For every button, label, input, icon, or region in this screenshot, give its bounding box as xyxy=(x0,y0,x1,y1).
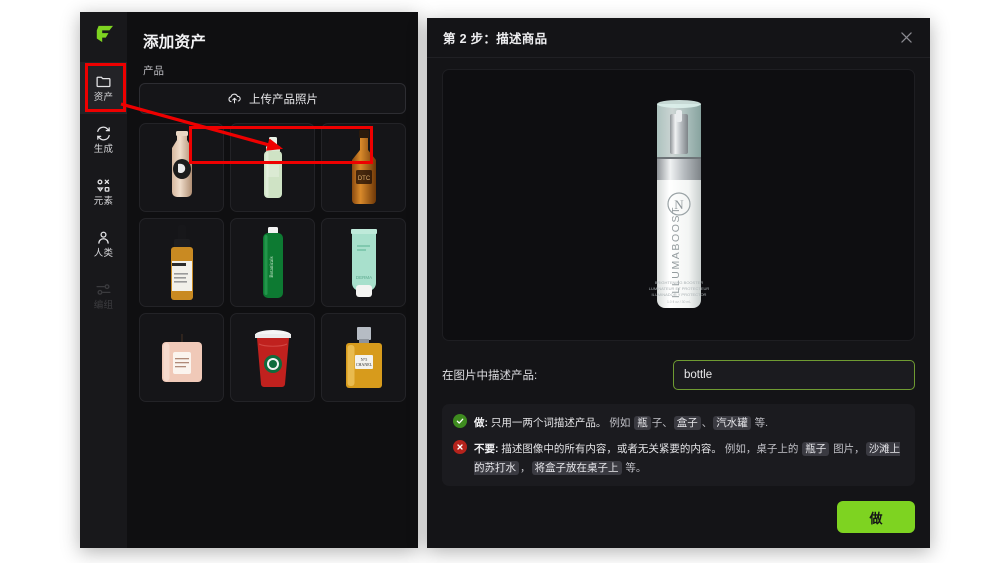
svg-text:1.0 fl oz / 30 mL: 1.0 fl oz / 30 mL xyxy=(666,300,690,304)
guideline-do-heading: 做: xyxy=(474,417,488,429)
thumbnail-image xyxy=(170,224,193,300)
example-plain: ， xyxy=(520,461,531,474)
thumbnail-image xyxy=(254,329,291,387)
refresh-icon xyxy=(97,126,110,141)
svg-text:DTC: DTC xyxy=(357,176,370,182)
modal-header: 第 2 步：描述商品 xyxy=(427,18,930,58)
guidelines-box: 做: 只用一两个词描述产品。 例如 瓶子、 盒子、汽水罐 等. 不要: 描述图像… xyxy=(442,404,915,487)
section-label-products: 产品 xyxy=(143,65,164,77)
svg-text:Botanicals: Botanicals xyxy=(270,256,275,277)
example-plain: 等。 xyxy=(622,461,647,474)
product-thumb-whiskey-bottle[interactable]: DTC xyxy=(321,123,406,212)
product-image-preview[interactable]: N ILLUMABOOST BRIGHTENING BOOSTER LUMINA… xyxy=(442,69,915,341)
guideline-do-line2: 例如 瓶子、 盒子、汽水罐 等. xyxy=(609,416,769,430)
sidebar-nav: 资产 生成 元素 人类 编组 xyxy=(80,56,127,322)
product-thumb-amber-serum-dropper[interactable] xyxy=(139,218,224,307)
app-window: 资产 生成 元素 人类 编组 添加资产 产品 上传产品照片 DTC Botani… xyxy=(80,12,418,548)
left-sidebar: 资产 生成 元素 人类 编组 xyxy=(80,12,127,548)
thumbnail-image xyxy=(263,136,282,198)
x-circle-icon xyxy=(453,439,467,454)
thumbnail-image: Botanicals xyxy=(262,226,283,298)
thumbnail-image: DTC xyxy=(351,129,376,204)
product-thumb-pink-candle-jar[interactable] xyxy=(139,313,224,402)
svg-text:DERMA: DERMA xyxy=(355,275,371,280)
sidebar-item-humans[interactable]: 人类 xyxy=(80,218,127,270)
guideline-dont-example-prefix: 例如，桌子上的 xyxy=(724,442,802,455)
product-thumb-foundation-dropper-bottle[interactable] xyxy=(139,123,224,212)
person-icon xyxy=(98,231,109,245)
shapes-icon xyxy=(96,179,110,193)
modal-footer: 做 xyxy=(427,486,930,548)
product-thumb-green-shampoo-bottle[interactable]: Botanicals xyxy=(230,218,315,307)
assets-panel: 添加资产 产品 上传产品照片 DTC Botanicals DERMA N°5 … xyxy=(127,12,418,548)
guideline-do-heading-rest: 只用一两个词描述产品。 xyxy=(488,417,607,429)
sidebar-item-humans-label: 人类 xyxy=(93,248,114,260)
upload-product-photo-button[interactable]: 上传产品照片 xyxy=(139,83,406,114)
modal-title: 第 2 步：描述商品 xyxy=(443,32,548,46)
sidebar-item-generate[interactable]: 生成 xyxy=(80,114,127,166)
guideline-do-text: 做: 只用一两个词描述产品。 例如 瓶子、 盒子、汽水罐 等. xyxy=(474,413,904,432)
cloud-upload-icon xyxy=(228,93,241,104)
guideline-do-example-prefix: 例如 xyxy=(609,417,634,429)
product-thumb-gold-perfume-bottle[interactable]: N°5 CHANEL xyxy=(321,313,406,402)
guideline-dont-heading: 不要: xyxy=(474,442,499,455)
thumbnail-image: DERMA xyxy=(350,228,377,297)
sidebar-item-elements-label: 元素 xyxy=(93,196,114,208)
page-title: 添加资产 xyxy=(143,34,207,51)
sidebar-item-assets-label: 资产 xyxy=(93,92,114,104)
product-thumb-red-coffee-cup[interactable] xyxy=(230,313,315,402)
guideline-dont-line1: 不要: 描述图像中的所有内容，或者无关紧要的内容。 xyxy=(474,443,725,455)
example-plain: 图片， xyxy=(830,442,865,455)
guideline-dont: 不要: 描述图像中的所有内容，或者无关紧要的内容。 例如，桌子上的 瓶子 图片，… xyxy=(453,439,904,477)
sidebar-item-grouping-label: 编组 xyxy=(93,300,114,312)
example-chip: 瓶子 xyxy=(802,441,830,456)
sidebar-item-assets[interactable]: 资产 xyxy=(80,62,127,114)
example-plain: 子、 xyxy=(651,417,673,429)
flair-logo-icon xyxy=(96,25,113,43)
describe-field-label: 在图片中描述产品: xyxy=(442,370,538,382)
svg-text:ILUMINADOR Y PROTECTOR: ILUMINADOR Y PROTECTOR xyxy=(651,292,706,297)
describe-product-modal: 第 2 步：描述商品 N ILLUMABOOST BRIGHTENING BOO… xyxy=(427,18,930,548)
svg-text:CHANEL: CHANEL xyxy=(355,362,372,367)
sidebar-item-generate-label: 生成 xyxy=(93,144,114,156)
thumbnail-image: N°5 CHANEL xyxy=(345,326,382,388)
product-thumbnail-grid: DTC Botanicals DERMA N°5 CHANEL xyxy=(139,123,406,402)
guideline-do: 做: 只用一两个词描述产品。 例如 瓶子、 盒子、汽水罐 等. xyxy=(453,413,904,432)
example-chip: 将盒子放在桌子上 xyxy=(531,460,622,475)
svg-text:BRIGHTENING BOOSTER: BRIGHTENING BOOSTER xyxy=(654,280,703,285)
svg-text:LUMINATEUR ET PROTECTEUR: LUMINATEUR ET PROTECTEUR xyxy=(648,286,709,291)
sidebar-item-elements[interactable]: 元素 xyxy=(80,166,127,218)
example-chip: 瓶 xyxy=(634,416,651,430)
guideline-do-line1: 做: 只用一两个词描述产品。 xyxy=(474,417,609,429)
check-circle-icon xyxy=(453,414,467,428)
thumbnail-image xyxy=(161,333,202,382)
illumaboost-bottle-image: N ILLUMABOOST BRIGHTENING BOOSTER LUMINA… xyxy=(648,100,709,308)
upload-product-photo-label: 上传产品照片 xyxy=(249,93,318,106)
product-thumb-green-mist-spray-bottle[interactable] xyxy=(230,123,315,212)
app-logo[interactable] xyxy=(80,12,127,56)
example-chip: 汽水罐 xyxy=(713,416,751,430)
folder-icon xyxy=(96,76,111,88)
confirm-button[interactable]: 做 xyxy=(837,501,915,533)
describe-product-input[interactable] xyxy=(673,360,915,390)
example-chip: 盒子 xyxy=(673,416,701,430)
describe-field-row: 在图片中描述产品: xyxy=(442,360,915,390)
guideline-dont-text: 不要: 描述图像中的所有内容，或者无关紧要的内容。 例如，桌子上的 瓶子 图片，… xyxy=(474,439,904,477)
screen-root: 资产 生成 元素 人类 编组 添加资产 产品 上传产品照片 DTC Botani… xyxy=(0,0,1000,563)
example-plain: 、 xyxy=(701,417,713,429)
guideline-dont-heading-rest: 描述图像中的所有内容，或者无关紧要的内容。 xyxy=(498,442,722,455)
sidebar-item-grouping[interactable]: 编组 xyxy=(80,270,127,322)
close-icon xyxy=(900,32,912,43)
example-plain: 等. xyxy=(751,417,769,429)
sliders-icon xyxy=(96,284,111,296)
modal-body: N ILLUMABOOST BRIGHTENING BOOSTER LUMINA… xyxy=(427,58,930,487)
product-thumb-mint-cream-tube[interactable]: DERMA xyxy=(321,218,406,307)
thumbnail-image xyxy=(171,130,192,197)
close-button[interactable] xyxy=(897,29,915,47)
